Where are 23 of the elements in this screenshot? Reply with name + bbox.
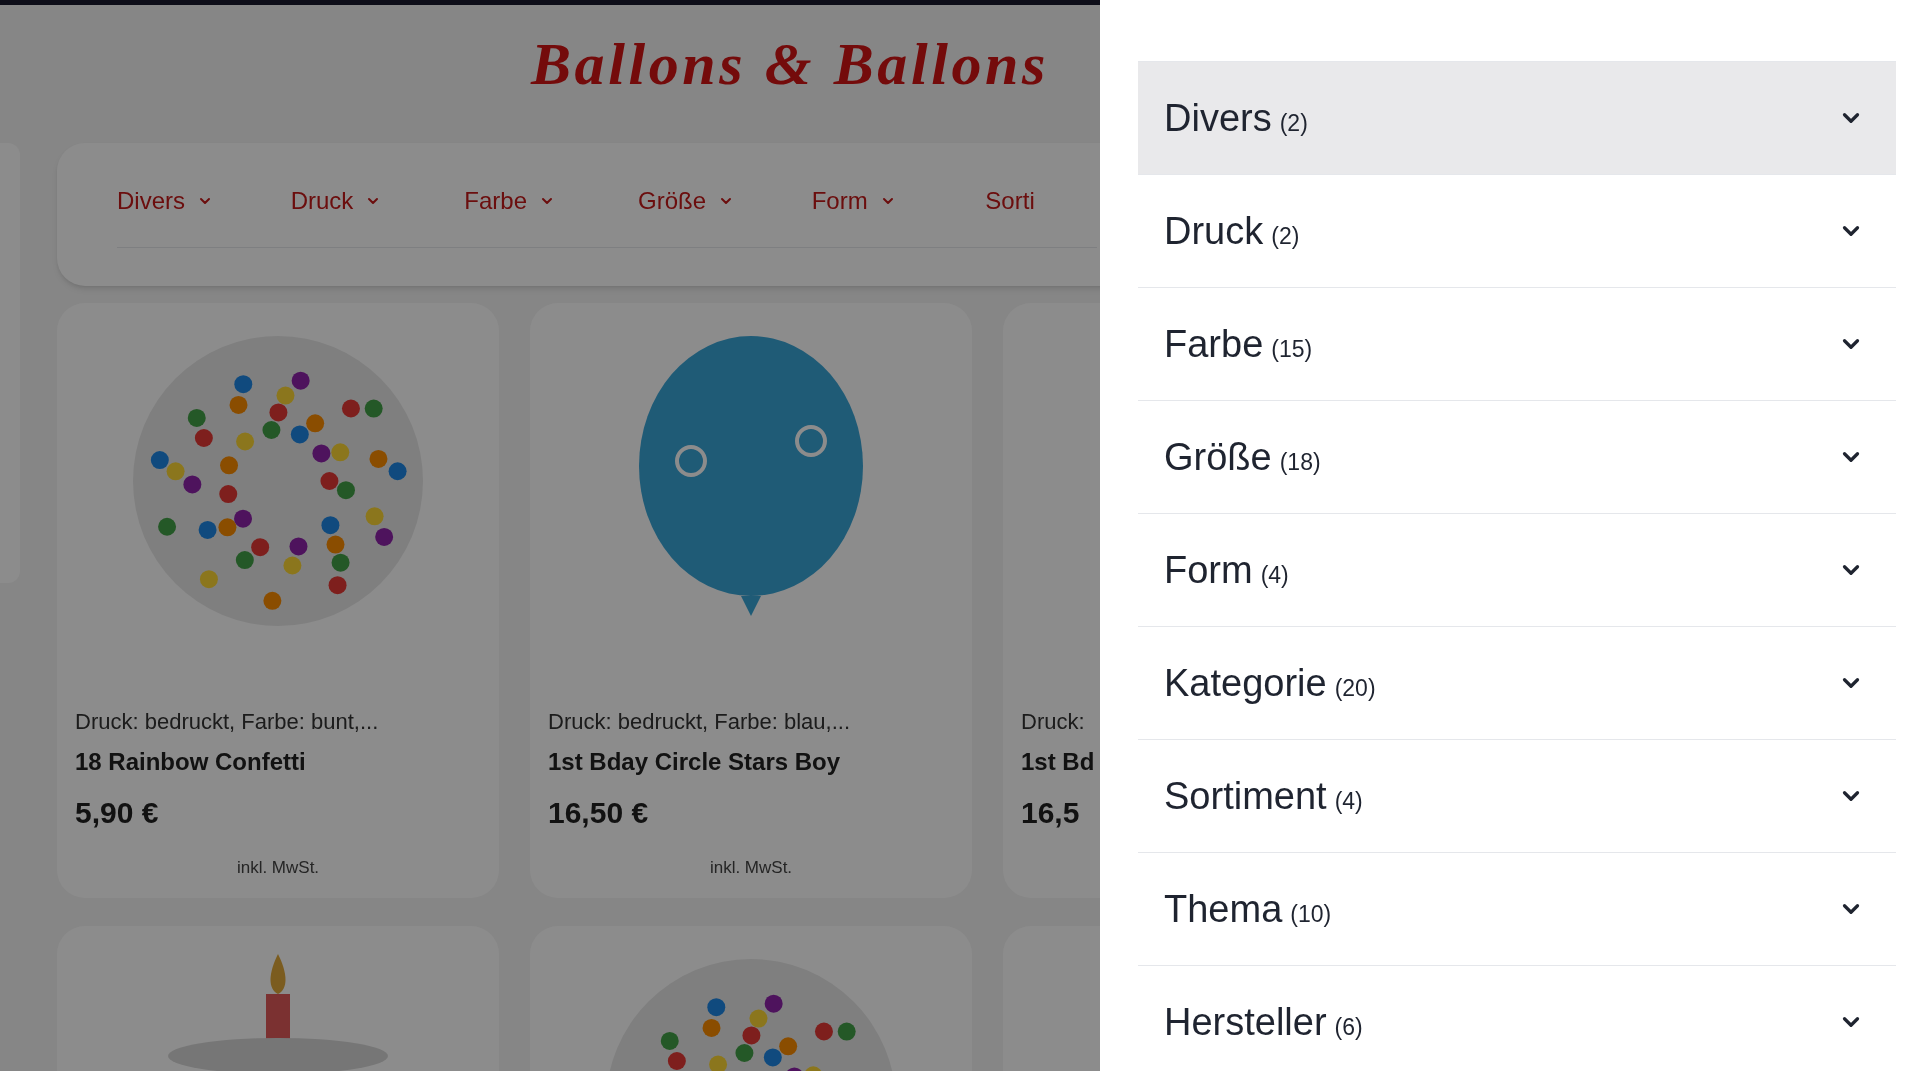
nav-link[interactable]: Farbe (464, 183, 576, 219)
product-card[interactable]: Druck: 1st Bd 16,5 (1003, 303, 1100, 898)
nav-link[interactable]: Form (811, 183, 924, 219)
vat-note: inkl. MwSt. (236, 857, 320, 879)
product-price: 16,5 (1021, 795, 1081, 831)
shop-logo[interactable]: Ballons & Ballons (531, 19, 1049, 109)
filter-accordion-item[interactable]: Divers (2) (1138, 62, 1896, 175)
product-card[interactable]: Druck: bedruckt, Farbe: bunt,... 18 Rainbow Confetti 5,90 € inkl. MwSt. (57, 303, 499, 898)
vat-note: inkl. MwSt. (709, 857, 793, 879)
product-card[interactable]: Druck: bedruckt, Farbe: blau,... 1st Bday Circle Stars Boy 16,50 € inkl. MwSt. (530, 303, 972, 898)
nav-link[interactable]: Divers (117, 183, 229, 219)
product-price: 5,90 € (75, 795, 160, 831)
product-attributes: Druck: bedruckt, Farbe: bunt,... (75, 708, 380, 736)
product-name[interactable]: 1st Bday Circle Stars Boy (548, 744, 954, 780)
product-name[interactable]: 18 Rainbow Confetti (75, 744, 481, 780)
nav-link[interactable]: Druck (290, 183, 403, 219)
nav-link[interactable]: Sorti (985, 183, 1098, 219)
product-name[interactable]: 1st Bd (1021, 744, 1100, 780)
product-attributes: Druck: bedruckt, Farbe: blau,... (548, 708, 852, 736)
product-attributes: Druck: (1021, 708, 1086, 736)
product-price: 16,50 € (548, 795, 650, 831)
dim-overlay[interactable] (0, 0, 1100, 1071)
nav-link[interactable]: Größe (638, 183, 750, 219)
